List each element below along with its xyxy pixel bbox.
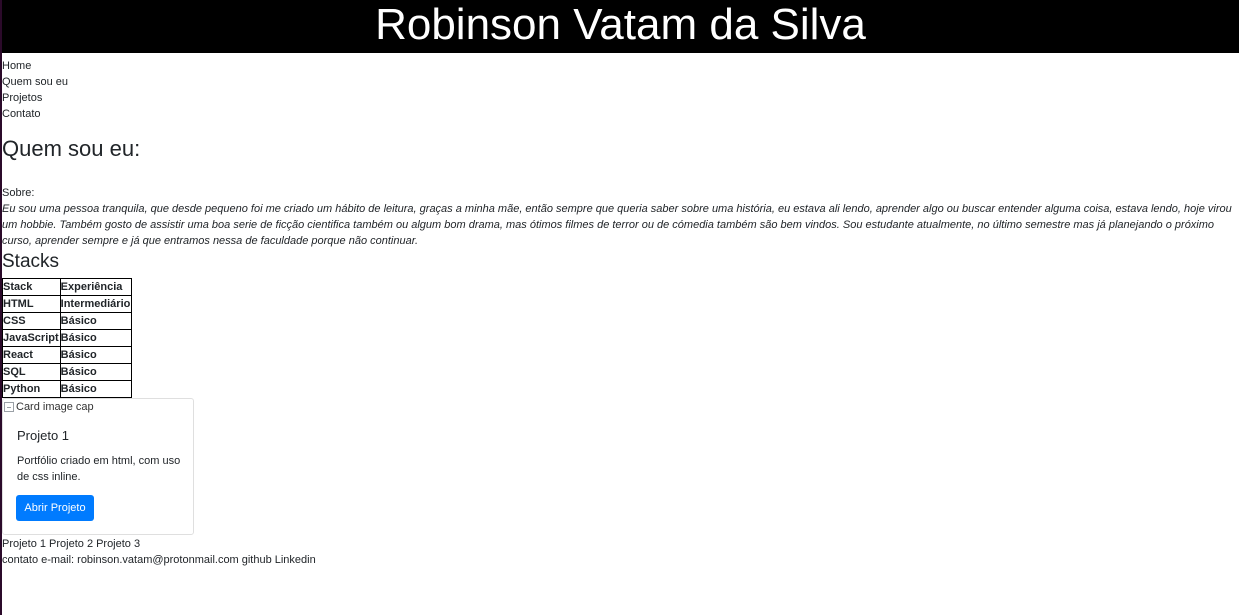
page: Robinson Vatam da Silva Home Quem sou eu… [2, 0, 1239, 568]
about-text: Eu sou uma pessoa tranquila, que desde p… [2, 203, 1232, 247]
about-label: Sobre: [2, 187, 35, 199]
card-image: Card image cap [3, 399, 193, 415]
project-card: Card image cap Projeto 1 Portfólio criad… [2, 398, 194, 535]
broken-image-icon [4, 402, 14, 412]
stack-name: React [2, 346, 61, 364]
stack-level: Intermediário [59, 295, 133, 313]
project-link-1[interactable]: Projeto 1 [2, 538, 46, 550]
table-row: HTML Intermediário [2, 295, 133, 313]
project-link-3[interactable]: Projeto 3 [96, 538, 140, 550]
stack-name: HTML [2, 295, 61, 313]
nav-link-quem-sou-eu[interactable]: Quem sou eu [2, 74, 1239, 90]
stack-name: Python [2, 380, 61, 398]
about-section: Quem sou eu: Sobre: Eu sou uma pessoa tr… [2, 136, 1239, 249]
stacks-heading: Stacks [2, 251, 60, 272]
table-header-stack: Stack [2, 278, 61, 296]
card-text: Portfólio criado em html, com uso de css… [17, 455, 181, 483]
github-link[interactable]: github [242, 554, 272, 566]
nav-link-home[interactable]: Home [2, 58, 1239, 74]
stack-level: Básico [59, 363, 133, 381]
contact-label: contato [2, 554, 39, 566]
stacks-section: Stacks Stack Experiência HTML Intermediá… [2, 251, 1239, 398]
card-title: Projeto 1 [17, 428, 70, 443]
main-nav: Home Quem sou eu Projetos Contato [2, 58, 1239, 122]
stack-level: Básico [59, 312, 133, 330]
card-image-alt: Card image cap [16, 401, 94, 413]
table-row: CSS Básico [2, 312, 133, 330]
stack-level: Básico [59, 380, 133, 398]
stack-level: Básico [59, 346, 133, 364]
stack-name: JavaScript [2, 329, 61, 347]
stack-name: CSS [2, 312, 61, 330]
project-link-2[interactable]: Projeto 2 [49, 538, 93, 550]
stacks-table: Stack Experiência HTML Intermediário CSS… [2, 278, 133, 398]
table-row: React Básico [2, 346, 133, 364]
linkedin-link[interactable]: Linkedin [275, 554, 316, 566]
about-heading: Quem sou eu: [2, 136, 141, 161]
nav-link-projetos[interactable]: Projetos [2, 90, 1239, 106]
nav-link-contato[interactable]: Contato [2, 106, 1239, 122]
stack-name: SQL [2, 363, 61, 381]
table-row: JavaScript Básico [2, 329, 133, 347]
table-row: SQL Básico [2, 363, 133, 381]
site-title: Robinson Vatam da Silva [375, 0, 866, 49]
contact-section: contato e-mail: robinson.vatam@protonmail… [2, 552, 1239, 568]
open-project-button[interactable]: Abrir Projeto [16, 495, 94, 521]
table-row: Python Básico [2, 380, 133, 398]
projects-links: Projeto 1 Projeto 2 Projeto 3 [2, 536, 1239, 552]
table-header-experiencia: Experiência [59, 278, 133, 296]
stack-level: Básico [59, 329, 133, 347]
table-header-row: Stack Experiência [2, 278, 133, 296]
site-header: Robinson Vatam da Silva [2, 0, 1239, 53]
contact-email[interactable]: e-mail: robinson.vatam@protonmail.com [41, 554, 239, 566]
